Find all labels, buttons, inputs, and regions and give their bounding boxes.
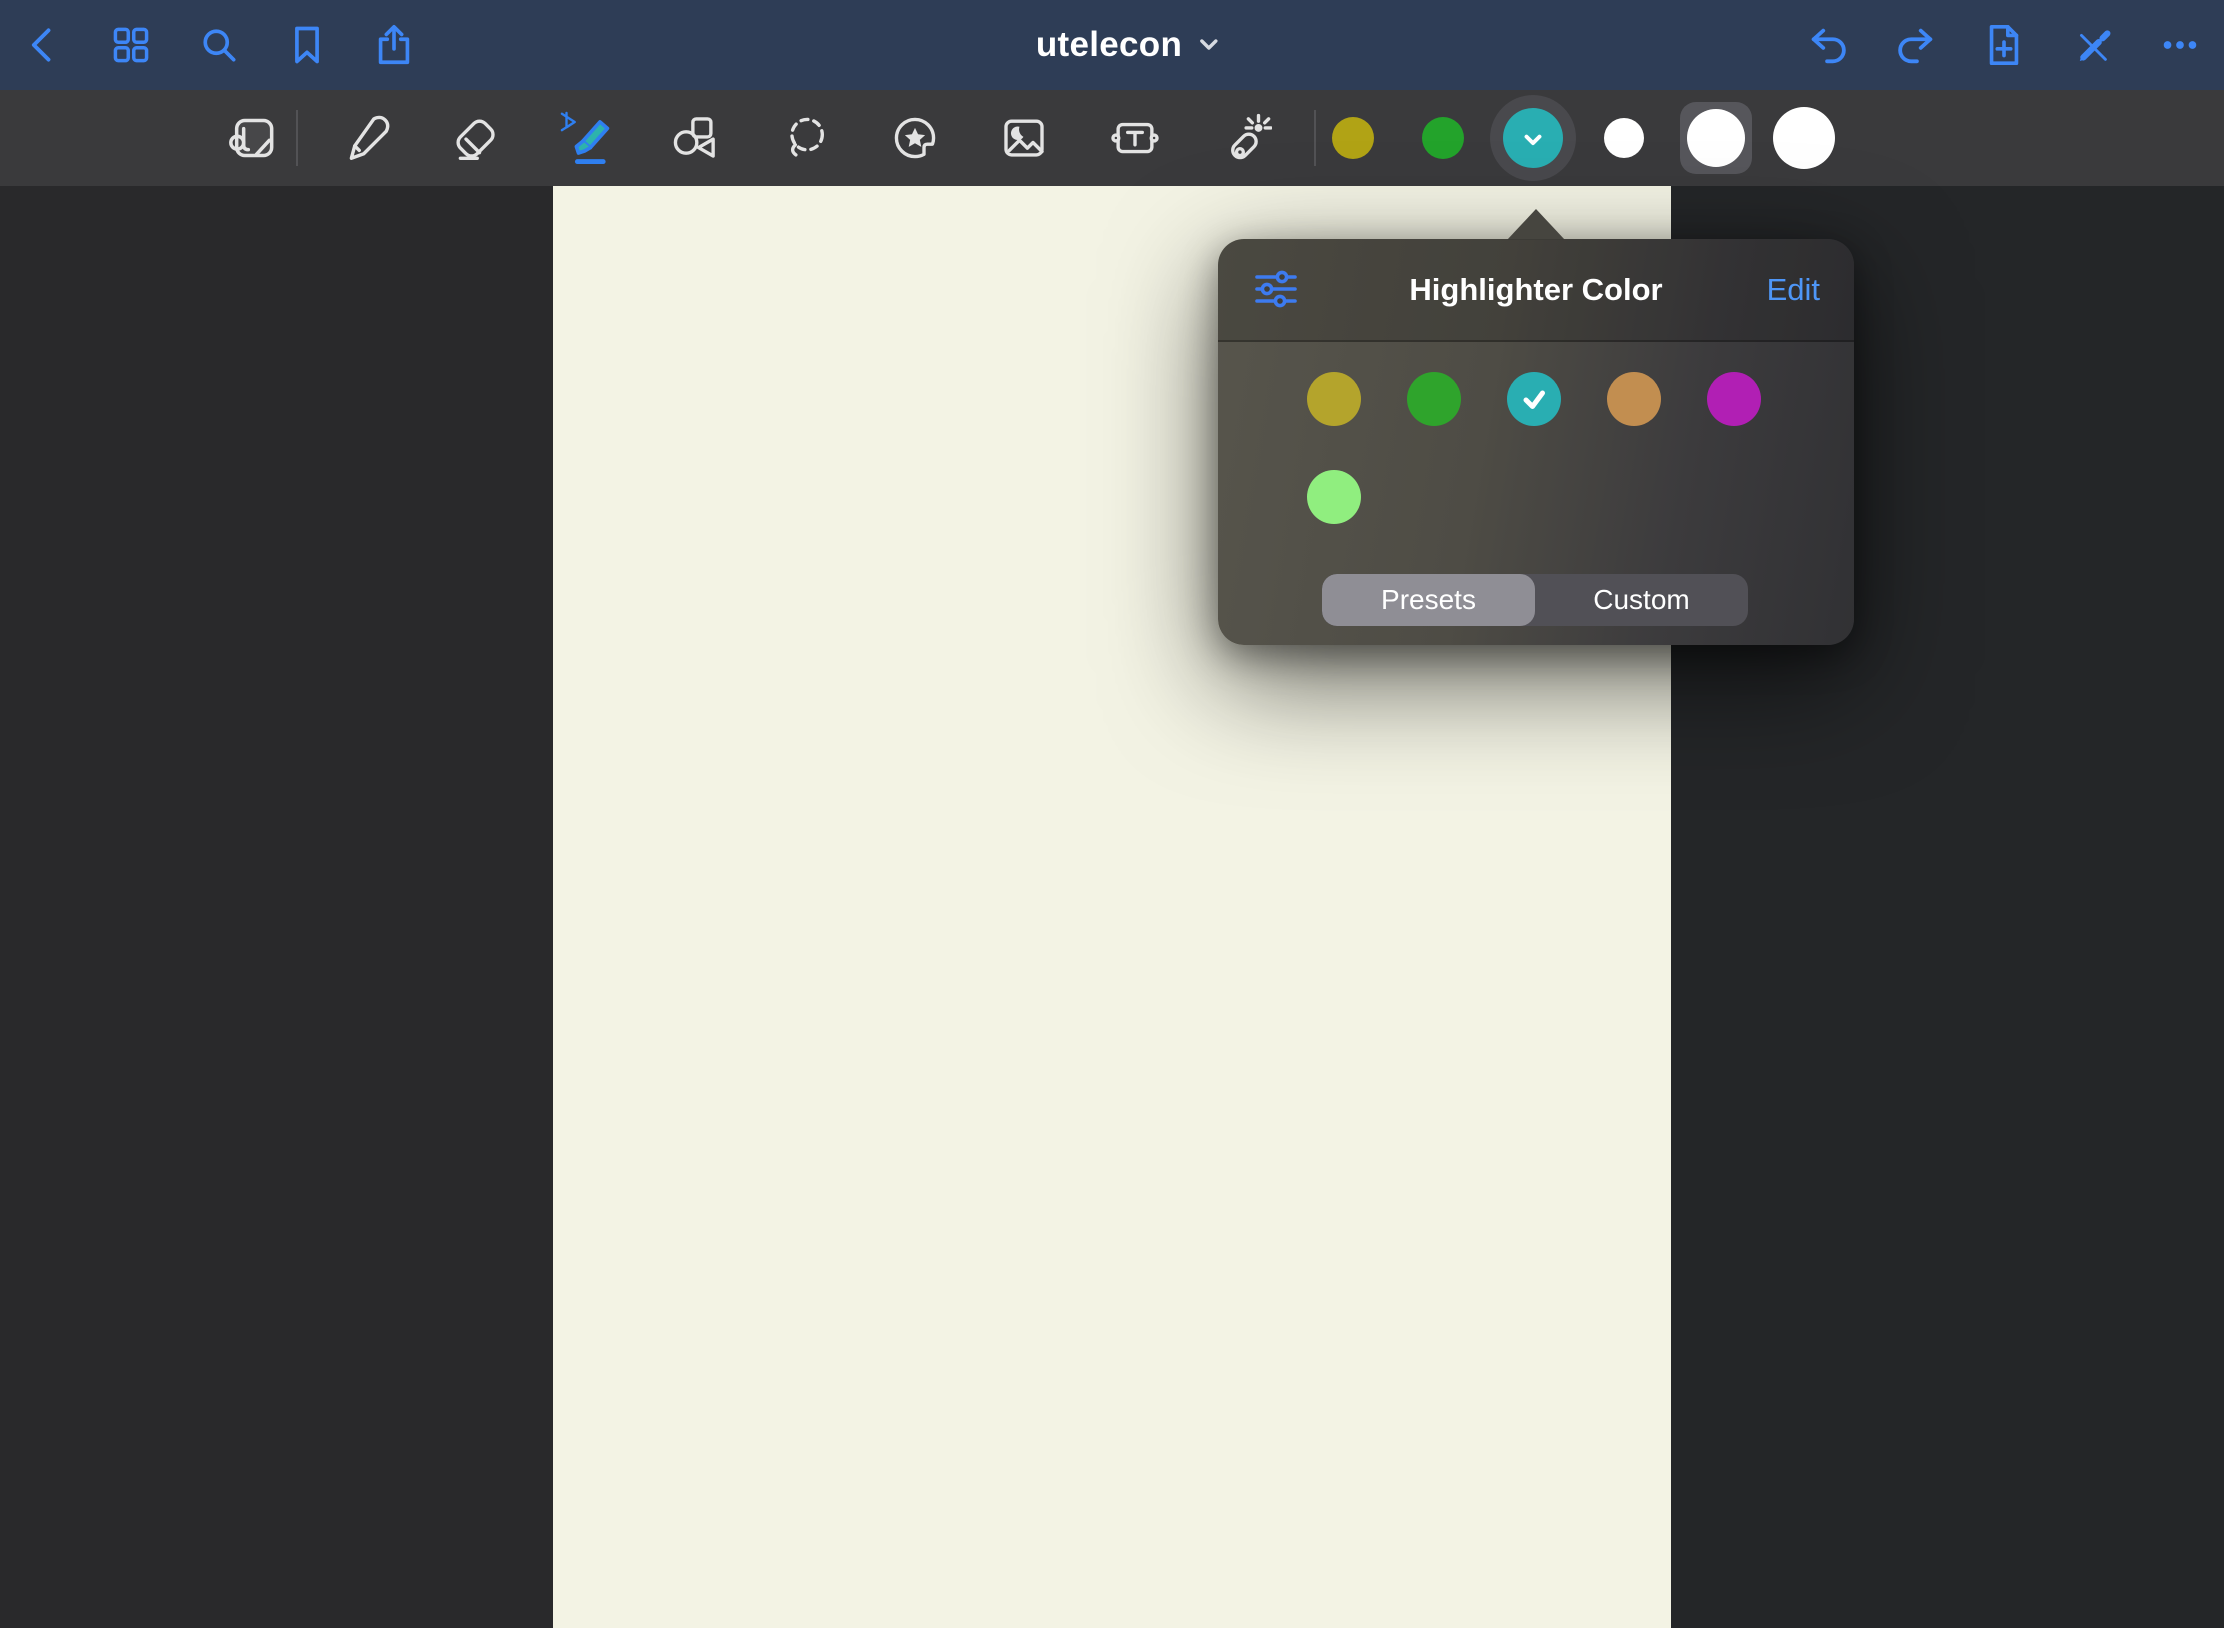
tab-presets[interactable]: Presets [1322, 574, 1535, 626]
grid-icon [109, 23, 153, 67]
thumbnails-button[interactable] [108, 22, 154, 68]
document-title: utelecon [1036, 25, 1182, 65]
search-icon [197, 23, 241, 67]
preset-color-tan[interactable] [1607, 372, 1661, 426]
shapes-icon [667, 111, 721, 165]
swatch-chevron-down-icon [1520, 128, 1546, 154]
goodnotes-screen: utelecon [0, 0, 2224, 1628]
more-button[interactable] [2157, 22, 2203, 68]
stylus-readonly-button[interactable] [2069, 22, 2115, 68]
lasso-tool[interactable] [774, 106, 838, 170]
stroke-size-medium-selected[interactable] [1680, 102, 1752, 174]
tab-custom[interactable]: Custom [1535, 574, 1748, 626]
lasso-icon [779, 111, 833, 165]
text-box-icon [1108, 111, 1162, 165]
page-preview-tool[interactable] [221, 106, 285, 170]
color-swatch-green[interactable] [1422, 117, 1464, 159]
edit-colors-button[interactable]: Edit [1767, 272, 1820, 308]
add-page-button[interactable] [1981, 22, 2027, 68]
preset-color-olive[interactable] [1307, 372, 1361, 426]
stylus-cross-icon [2069, 22, 2115, 68]
checkmark-icon [1519, 384, 1549, 414]
stickers-tool[interactable] [883, 106, 947, 170]
redo-button[interactable] [1892, 22, 1938, 68]
stroke-settings-button[interactable] [1250, 267, 1302, 315]
more-ellipsis-icon [2157, 22, 2203, 68]
bookmark-icon [285, 23, 329, 67]
pen-icon [339, 111, 393, 165]
top-navigation-bar: utelecon [0, 0, 2224, 90]
share-button[interactable] [371, 22, 417, 68]
stroke-size-large[interactable] [1773, 107, 1835, 169]
stroke-size-small[interactable] [1604, 118, 1644, 158]
toolbar-divider [296, 110, 298, 166]
image-tool[interactable] [992, 106, 1056, 170]
undo-button[interactable] [1806, 22, 1852, 68]
laser-pointer-icon [1218, 111, 1272, 165]
eraser-icon [448, 111, 502, 165]
highlighter-icon-active [556, 108, 616, 168]
back-button[interactable] [20, 22, 66, 68]
preset-color-light-green[interactable] [1307, 470, 1361, 524]
search-button[interactable] [196, 22, 242, 68]
selected-color-fill [1503, 108, 1563, 168]
highlighter-tool[interactable] [554, 106, 618, 170]
preset-color-magenta[interactable] [1707, 372, 1761, 426]
workspace-background-left [0, 186, 553, 1628]
document-title-button[interactable]: utelecon [1036, 0, 1220, 90]
text-tool[interactable] [1103, 106, 1167, 170]
color-swatch-olive[interactable] [1332, 117, 1374, 159]
undo-icon [1806, 22, 1852, 68]
preset-color-green[interactable] [1407, 372, 1461, 426]
image-icon [997, 111, 1051, 165]
redo-icon [1892, 22, 1938, 68]
preset-color-teal-selected[interactable] [1507, 372, 1561, 426]
add-page-icon [1981, 22, 2027, 68]
highlighter-color-popover: Highlighter Color Edit Presets Custom [1218, 239, 1854, 645]
sliders-icon [1250, 267, 1302, 315]
stroke-size-medium-dot [1687, 109, 1745, 167]
share-icon [371, 22, 417, 68]
pen-tool[interactable] [334, 106, 398, 170]
tools-toolbar [0, 90, 2224, 186]
presets-custom-segmented-control: Presets Custom [1322, 574, 1748, 626]
laser-pointer-tool[interactable] [1213, 106, 1277, 170]
color-swatch-teal-selected[interactable] [1490, 95, 1576, 181]
title-chevron-down-icon [1198, 34, 1220, 56]
page-preview-icon [225, 110, 281, 166]
sticker-star-icon [888, 111, 942, 165]
toolbar-divider [1314, 110, 1316, 166]
back-chevron-icon [21, 23, 65, 67]
bookmark-button[interactable] [284, 22, 330, 68]
eraser-tool[interactable] [443, 106, 507, 170]
shapes-tool[interactable] [662, 106, 726, 170]
popover-title: Highlighter Color [1409, 272, 1662, 308]
popover-header: Highlighter Color Edit [1218, 239, 1854, 342]
